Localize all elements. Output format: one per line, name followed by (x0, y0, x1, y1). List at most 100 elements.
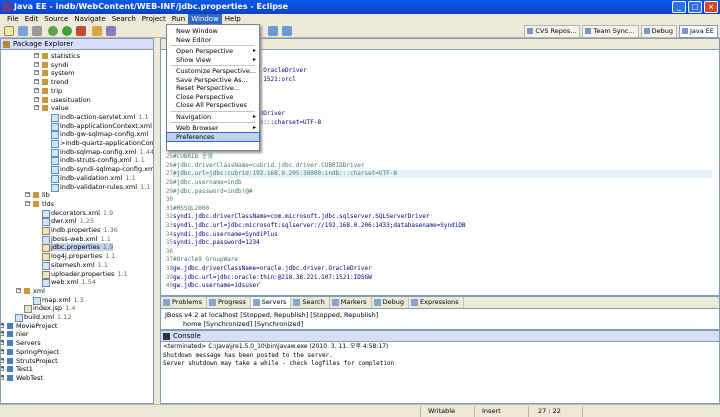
open-type-icon[interactable] (92, 26, 102, 36)
code-line[interactable]: gw.jdbc.username=idsuser (173, 282, 260, 290)
perspective-1[interactable]: Team Sync... (582, 25, 639, 38)
view-tab-progress[interactable]: Progress (207, 297, 251, 308)
save-icon[interactable] (18, 26, 28, 36)
nav-forward-icon[interactable] (282, 26, 292, 36)
perspective-3[interactable]: Java EE (678, 25, 718, 38)
close-button[interactable]: × (704, 1, 718, 13)
view-tab-markers[interactable]: Markers (330, 297, 372, 308)
expand-toggle-icon[interactable]: + (1, 340, 4, 346)
tree-item[interactable]: WebTest + (1, 374, 43, 382)
tree-item[interactable]: indb-validation.xml 1.1 (51, 174, 136, 183)
tree-item[interactable]: jboss-web.xml 1.1 (42, 235, 111, 244)
new-icon[interactable] (4, 26, 14, 36)
code-line[interactable]: gw.jdbc.url=jdbc:oracle:thin:@218.38.221… (173, 274, 372, 282)
menu-window[interactable]: Window (188, 14, 222, 24)
tree-item[interactable]: Test1 + (1, 365, 33, 373)
menu-run[interactable]: Run (169, 14, 188, 24)
view-tab-problems[interactable]: Problems (161, 297, 207, 308)
print-icon[interactable] (32, 26, 42, 36)
code-line[interactable]: syndi.jdbc.password=1234 (173, 239, 260, 247)
expand-toggle-icon[interactable]: − (34, 79, 39, 85)
expand-toggle-icon[interactable]: + (1, 348, 4, 354)
tree-item[interactable]: log4j.properties 1.1 (42, 252, 115, 262)
tree-item[interactable]: indb-gw-sqlmap-config.xml (51, 130, 148, 140)
tree-item[interactable]: statistics − (34, 52, 80, 60)
view-tab-search[interactable]: Search (291, 297, 330, 308)
tree-item[interactable]: indb-syndi-sqlmap-config.xm (51, 165, 153, 175)
view-tab-debug[interactable]: Debug (372, 297, 410, 308)
menu-edit[interactable]: Edit (22, 14, 42, 24)
code-line[interactable]: syndi.jdbc.url=jdbc:microsoft:sqlserver:… (173, 222, 466, 230)
code-line[interactable]: #jdbc.password=indb!@# (173, 188, 252, 196)
code-line[interactable]: #CUBRID 운영 (173, 153, 213, 161)
tree-item[interactable]: >indb-quartz-applicationCont (51, 139, 153, 148)
tree-item[interactable]: MovieProject + (1, 322, 57, 330)
expand-toggle-icon[interactable]: + (1, 322, 4, 328)
window-menu-item[interactable]: Preferences (166, 131, 260, 142)
code-line[interactable]: #Oracle9 GroupWare (173, 256, 238, 264)
view-tab-expressions[interactable]: Expressions (409, 297, 464, 308)
expand-toggle-icon[interactable]: + (1, 331, 4, 337)
expand-toggle-icon[interactable]: − (34, 96, 39, 102)
window-menu-item[interactable]: Navigation ▸ (167, 113, 259, 121)
expand-toggle-icon[interactable]: − (34, 61, 39, 67)
menu-source[interactable]: Source (41, 14, 71, 24)
tree-item[interactable]: lib − (25, 191, 50, 199)
menu-search[interactable]: Search (109, 14, 139, 24)
minimize-button[interactable]: _ (672, 1, 686, 13)
expand-toggle-icon[interactable]: + (1, 357, 4, 363)
debug-icon[interactable] (48, 26, 58, 36)
expand-toggle-icon[interactable]: − (25, 192, 30, 198)
tree-item[interactable]: tlds − (25, 200, 54, 208)
expand-toggle-icon[interactable]: − (34, 70, 39, 76)
expand-toggle-icon[interactable]: + (1, 366, 4, 372)
menu-help[interactable]: Help (222, 14, 244, 24)
console-tab[interactable]: Console (161, 331, 719, 342)
search-icon[interactable] (106, 26, 116, 36)
package-explorer-tab[interactable]: Package Explorer (1, 39, 153, 50)
home-module-row[interactable]: home [Synchronized] [Synchronized] (183, 320, 303, 328)
window-menu-item[interactable]: Reset Perspective... (167, 84, 259, 92)
tree-item[interactable]: web.xml 1.54 (42, 278, 96, 288)
tree-item[interactable]: indb-validator-rules.xml 1.1 (51, 183, 150, 192)
code-line[interactable]: #jdbc.driverClassName=cubrid.jdbc.driver… (173, 162, 364, 170)
expand-toggle-icon[interactable]: − (34, 105, 39, 111)
window-menu-item[interactable]: Show View ▸ (167, 56, 259, 64)
nav-back-icon[interactable] (268, 26, 278, 36)
tree-item[interactable]: decorators.xml 1.9 (42, 209, 113, 218)
tree-item[interactable]: sitemesh.xml 1.1 (42, 261, 108, 270)
perspective-2[interactable]: Debug (640, 25, 677, 38)
tree-item[interactable]: system − (34, 69, 75, 77)
tree-item[interactable]: value − (34, 104, 69, 112)
tree-item[interactable]: dwr.xml 1.25 (42, 217, 94, 227)
tree-item[interactable]: SpringProject + (1, 348, 59, 356)
code-line[interactable]: syndi.jdbc.username=SyndiPlus (173, 231, 278, 239)
expand-toggle-icon[interactable]: + (1, 374, 4, 380)
expand-toggle-icon[interactable]: − (25, 200, 30, 206)
menu-file[interactable]: File (4, 14, 22, 24)
package-explorer-tree[interactable]: statistics − syndi − system − trend − trip − usesi… (1, 50, 153, 402)
expand-toggle-icon[interactable]: − (34, 53, 39, 58)
menu-navigate[interactable]: Navigate (71, 14, 108, 24)
tree-item[interactable]: usesituation − (34, 96, 91, 104)
perspective-0[interactable]: CVS Repos... (524, 25, 581, 38)
maximize-button[interactable]: □ (688, 1, 702, 13)
window-menu-item[interactable]: Customize Perspective... (167, 67, 259, 75)
expand-toggle-icon[interactable]: − (34, 87, 39, 93)
tree-item[interactable]: nier + (1, 330, 29, 338)
tree-item[interactable]: indb-struts-config.xml 1.1 (51, 156, 145, 166)
tree-item[interactable]: map.xml 1.3 (33, 296, 84, 305)
tree-item[interactable]: Servers + (1, 339, 41, 347)
external-tools-icon[interactable] (76, 26, 86, 36)
window-menu-item[interactable]: New Editor (167, 36, 259, 44)
tree-item[interactable]: xml − (16, 287, 45, 295)
tree-item[interactable]: index.jsp 1.4 (24, 304, 76, 314)
window-menu-item[interactable]: Open Perspective ▸ (167, 47, 259, 55)
code-line[interactable]: #jdbc.username=indb (173, 179, 242, 187)
run-icon[interactable] (62, 26, 72, 36)
tree-item[interactable]: build.xml 1.12 (15, 313, 72, 322)
code-line[interactable]: syndi.jdbc.driverClassName=com.microsoft… (173, 213, 429, 221)
tree-item[interactable]: trip − (34, 87, 62, 95)
window-menu-item[interactable]: Save Perspective As... (167, 76, 259, 84)
tree-item[interactable]: indb.properties 1.36 (42, 226, 118, 235)
